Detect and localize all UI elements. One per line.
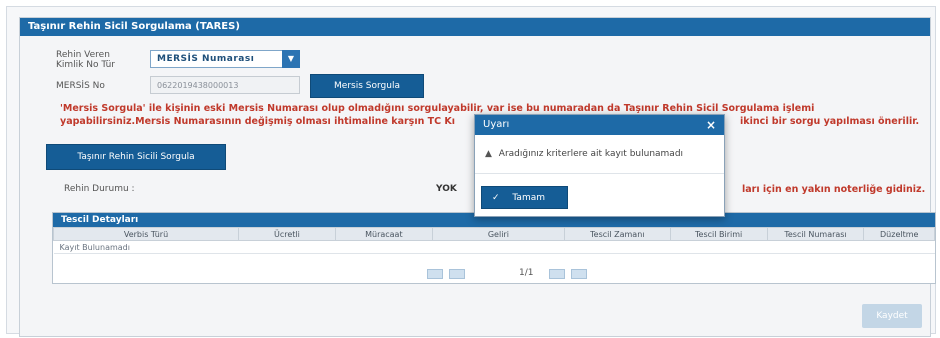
- chevron-down-icon[interactable]: ▼: [282, 50, 300, 68]
- column-header[interactable]: Tescil Numarası: [766, 227, 865, 241]
- tescil-detaylari-grid: Tescil Detayları Verbis Türü Ücretli Mür…: [52, 212, 936, 284]
- column-header[interactable]: Tescil Zamanı: [563, 227, 671, 241]
- column-header[interactable]: Tescil Birimi: [669, 227, 768, 241]
- first-page-icon[interactable]: [427, 269, 443, 279]
- warning-line2-right: ikinci bir sorgu yapılması önerilir.: [740, 116, 920, 127]
- dialog-message: Aradığınız kriterlere ait kayıt bulunama…: [498, 149, 684, 159]
- page-frame: Taşınır Rehin Sicil Sorgulama (TARES) Re…: [6, 6, 936, 337]
- close-icon[interactable]: ×: [706, 115, 716, 135]
- kimlik-label: Rehin Veren Kimlik No Tür: [56, 50, 115, 70]
- last-page-icon[interactable]: [571, 269, 587, 279]
- prev-page-icon[interactable]: [449, 269, 465, 279]
- column-header[interactable]: Müracaat: [334, 227, 433, 241]
- tares-sorgula-button[interactable]: Taşınır Rehin Sicili Sorgula: [46, 144, 226, 170]
- kaydet-button[interactable]: Kaydet: [862, 304, 922, 328]
- page-indicator: 1/1: [519, 268, 534, 278]
- dialog-message-row: ▲ Aradığınız kriterlere ait kayıt buluna…: [485, 149, 683, 159]
- kimlik-select-value: MERSİS Numarası: [157, 54, 255, 64]
- tescil-table: Verbis Türü Ücretli Müracaat Geliri Tesc…: [53, 227, 935, 254]
- column-header[interactable]: Düzeltme: [863, 227, 935, 241]
- kimlik-label-line1: Rehin Veren: [56, 50, 110, 60]
- mersis-no-input[interactable]: 0622019438000013: [150, 76, 300, 94]
- tamam-label: Tamam: [512, 193, 545, 203]
- kimlik-turu-select[interactable]: MERSİS Numarası ▼: [150, 50, 300, 68]
- dialog-divider: [475, 173, 724, 174]
- column-header[interactable]: Ücretli: [238, 227, 336, 241]
- rehin-info-text: ları için en yakın noterliğe gidiniz.: [742, 184, 926, 195]
- warning-line2-left: yapabilirsiniz.Mersis Numarasının değişm…: [60, 116, 456, 127]
- panel-title: Taşınır Rehin Sicil Sorgulama (TARES): [20, 18, 930, 36]
- check-icon: ✓: [492, 193, 500, 203]
- next-page-icon[interactable]: [549, 269, 565, 279]
- mersis-label: MERSİS No: [56, 81, 105, 91]
- dialog-title: Uyarı: [483, 119, 510, 130]
- uyari-dialog: Uyarı × ▲ Aradığınız kriterlere ait kayı…: [474, 114, 725, 217]
- mersis-sorgula-button[interactable]: Mersis Sorgula: [310, 74, 424, 98]
- column-header[interactable]: Verbis Türü: [53, 227, 239, 241]
- pager: 1/1: [53, 267, 935, 281]
- empty-row-text: Kayıt Bulunamadı: [53, 240, 935, 254]
- table-header-row: Verbis Türü Ücretli Müracaat Geliri Tesc…: [53, 227, 935, 241]
- column-header[interactable]: Geliri: [431, 227, 565, 241]
- table-row: Kayıt Bulunamadı: [53, 240, 935, 254]
- warning-icon: ▲: [485, 149, 492, 159]
- tamam-button[interactable]: ✓ Tamam: [481, 186, 568, 209]
- dialog-header: Uyarı ×: [475, 115, 724, 135]
- kimlik-label-line2: Kimlik No Tür: [56, 60, 116, 70]
- rehin-durumu-label: Rehin Durumu :: [64, 184, 135, 194]
- rehin-durumu-value: YOK: [436, 184, 457, 194]
